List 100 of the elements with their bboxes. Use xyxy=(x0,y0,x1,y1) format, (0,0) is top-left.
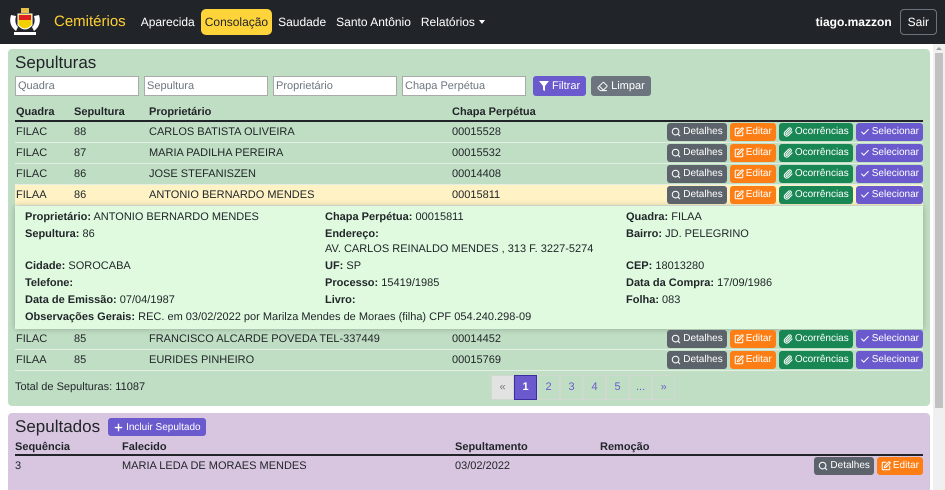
nav-link[interactable]: Aparecida xyxy=(136,9,199,35)
search-icon xyxy=(671,334,682,344)
table-cell-text: 00014408 xyxy=(451,166,502,182)
filter-field[interactable]: Quadra xyxy=(15,76,139,96)
page-button[interactable]: » xyxy=(652,375,676,400)
filter-field[interactable]: Proprietário xyxy=(273,76,397,96)
nav-link[interactable]: Consolação xyxy=(200,9,272,35)
column-header: Proprietário xyxy=(148,105,212,120)
edit-icon xyxy=(734,355,744,365)
select-button[interactable]: Selecionar xyxy=(856,186,923,204)
table-cell-text: FRANCISCO ALCARDE POVEDA TEL-337449 xyxy=(148,332,381,347)
select-button[interactable]: Selecionar xyxy=(856,165,923,183)
table-row[interactable]: FILAA 86 ANTONIO BERNARDO MENDES 00015811 Detalhes Editar Ocorrências Selecionar xyxy=(15,185,923,206)
select-button[interactable]: Selecionar xyxy=(856,351,923,369)
page-button[interactable]: ... xyxy=(629,375,652,400)
select-button[interactable]: Selecionar xyxy=(856,144,923,162)
table-row[interactable]: FILAC 88 CARLOS BATISTA OLIVEIRA 00015528 Detalhes Editar Ocorrências Selecionar xyxy=(15,122,923,143)
page-button[interactable]: 3 xyxy=(560,375,583,400)
table-cell-text: MARIA PADILHA PEREIRA xyxy=(148,146,284,161)
page-button[interactable]: 1 xyxy=(514,375,537,400)
detail-field: Proprietário: ANTONIO BERNARDO MENDES xyxy=(25,210,325,225)
details-button[interactable]: Detalhes xyxy=(667,165,727,183)
table-cell-text: JOSE STEFANISZEN xyxy=(148,166,257,182)
paperclip-icon xyxy=(782,355,793,365)
section-title: Sepultados xyxy=(15,416,100,438)
detail-field: Chapa Perpétua: 00015811 xyxy=(325,210,626,225)
details-button[interactable]: Detalhes xyxy=(667,144,727,162)
table-row[interactable]: FILAA 85 EURIDES PINHEIRO 00015769 Detalhes Editar Ocorrências Selecionar xyxy=(15,350,923,371)
detail-field: Data de Emissão: 07/04/1987 xyxy=(25,293,325,308)
search-icon xyxy=(671,169,682,179)
search-icon xyxy=(818,461,828,471)
table-cell-text: 85 xyxy=(73,332,88,347)
search-icon xyxy=(671,355,682,365)
details-button[interactable]: Detalhes xyxy=(667,123,727,141)
nav-link[interactable]: Relatórios xyxy=(416,9,489,35)
table-cell-text: 85 xyxy=(73,352,88,368)
plus-icon xyxy=(113,422,124,432)
occurrences-button[interactable]: Ocorrências xyxy=(778,186,853,204)
clear-button[interactable]: Limpar xyxy=(591,76,651,96)
search-icon xyxy=(671,148,682,158)
paperclip-icon xyxy=(782,334,793,344)
filter-field[interactable]: Sepultura xyxy=(144,76,268,96)
detail-field: Observações Gerais: REC. em 03/02/2022 por Marilza Mendes de Moraes (filha) CPF 054.240.298-09 xyxy=(25,310,913,325)
page-button[interactable]: 5 xyxy=(606,375,629,400)
table-cell-text: FILAC xyxy=(15,332,48,347)
table-cell-text: EURIDES PINHEIRO xyxy=(148,352,256,368)
table-cell-text: CARLOS BATISTA OLIVEIRA xyxy=(148,124,296,140)
add-button[interactable]: Incluir Sepultado xyxy=(108,418,206,436)
detail-field: Telefone: xyxy=(25,276,325,291)
edit-icon xyxy=(734,190,744,200)
column-header: Sequência xyxy=(15,440,72,455)
funnel-icon xyxy=(539,81,549,91)
table-cell-text: FILAA xyxy=(15,188,48,203)
table-cell-text: 86 xyxy=(73,188,88,203)
occurrences-button[interactable]: Ocorrências xyxy=(778,144,853,162)
column-header: Falecido xyxy=(122,440,168,455)
page-button[interactable]: 4 xyxy=(583,375,606,400)
check-icon xyxy=(860,148,870,158)
logout-button[interactable]: Sair xyxy=(900,9,937,35)
detail-field: Data da Compra: 17/09/1986 xyxy=(626,276,913,291)
select-button[interactable]: Selecionar xyxy=(856,330,923,348)
table-row[interactable]: FILAC 87 MARIA PADILHA PEREIRA 00015532 Detalhes Editar Ocorrências Selecionar xyxy=(15,143,923,164)
column-header: Sepultura xyxy=(73,105,126,120)
page-button[interactable]: 2 xyxy=(537,375,560,400)
select-button[interactable]: Selecionar xyxy=(856,123,923,141)
filter-button[interactable]: Filtrar xyxy=(533,76,586,96)
eraser-icon xyxy=(597,80,608,92)
details-button[interactable]: Detalhes xyxy=(814,457,874,475)
detail-field: Processo: 15419/1985 xyxy=(325,276,626,291)
occurrences-button[interactable]: Ocorrências xyxy=(778,330,853,348)
detail-field: Livro: xyxy=(325,293,626,308)
column-header: Remoção xyxy=(600,440,651,455)
detail-field: Endereço: AV. CARLOS REINALDO MENDES , 313 F. 3227-5274 xyxy=(325,227,626,257)
detail-field: Folha: 083 xyxy=(626,293,913,308)
table-cell-text: 86 xyxy=(73,166,88,182)
column-header: Sepultamento xyxy=(455,440,529,455)
table-cell-text: 3 xyxy=(15,458,22,474)
details-button[interactable]: Detalhes xyxy=(667,351,727,369)
username: tiago.mazzon xyxy=(816,14,892,31)
section-title: Sepulturas xyxy=(15,52,98,74)
check-icon xyxy=(860,190,870,200)
nav-link[interactable]: Saudade xyxy=(274,9,330,35)
details-button[interactable]: Detalhes xyxy=(667,186,727,204)
table-row[interactable]: FILAC 85 FRANCISCO ALCARDE POVEDA TEL-337449 00014452 Detalhes Editar Ocorrências Selecionar xyxy=(15,329,923,350)
detail-field: UF: SP xyxy=(325,259,626,274)
check-icon xyxy=(860,334,870,344)
filter-field[interactable]: Chapa Perpétua xyxy=(402,76,526,96)
scroll-up-icon xyxy=(936,47,942,50)
edit-icon xyxy=(734,334,744,344)
table-cell-text: FILAA xyxy=(15,352,48,368)
detail-field: Quadra: FILAA xyxy=(626,210,913,225)
occurrences-button[interactable]: Ocorrências xyxy=(778,123,853,141)
detail-field: Bairro: JD. PELEGRINO xyxy=(626,227,913,257)
occurrences-button[interactable]: Ocorrências xyxy=(778,165,853,183)
paperclip-icon xyxy=(782,148,793,158)
table-cell-text: 87 xyxy=(73,146,88,161)
occurrences-button[interactable]: Ocorrências xyxy=(778,351,853,369)
brand-title[interactable]: Cemitérios xyxy=(54,10,126,34)
details-button[interactable]: Detalhes xyxy=(667,330,727,348)
nav-link[interactable]: Santo Antônio xyxy=(332,9,415,35)
